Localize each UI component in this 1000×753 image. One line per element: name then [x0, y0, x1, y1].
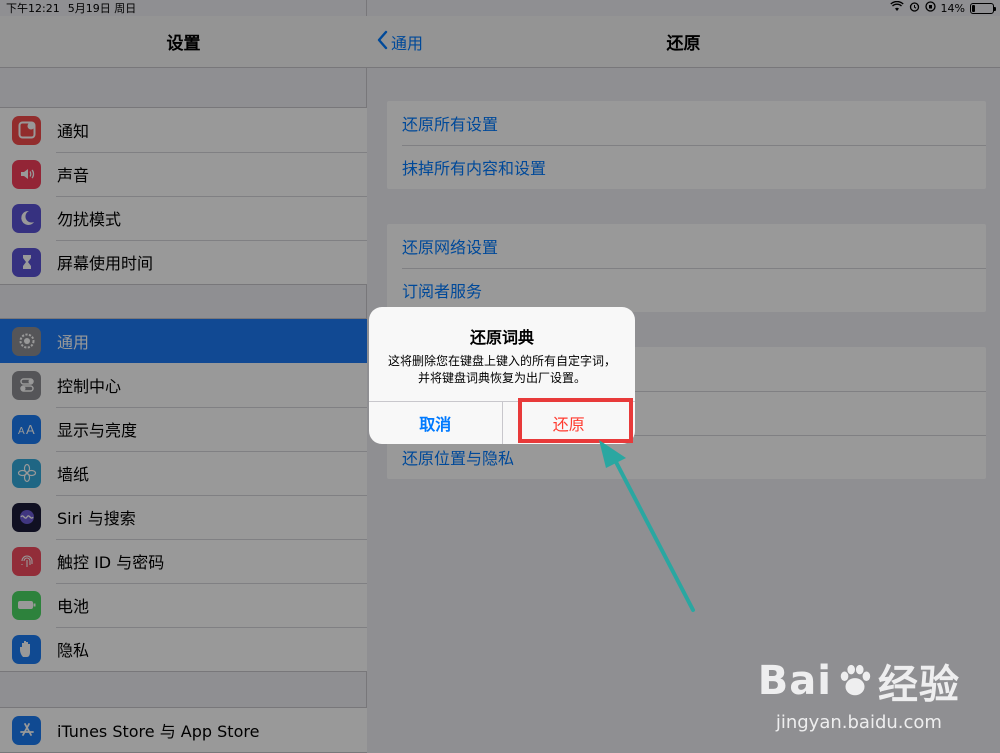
alert-title: 还原词典 [469, 328, 534, 347]
watermark-logo-left: Bai [757, 658, 832, 704]
highlight-box [518, 398, 633, 443]
watermark-logo: Bai 经验 [758, 652, 960, 710]
paw-icon [840, 664, 871, 696]
baidu-jingyan-watermark: Bai 经验 jingyan.baidu.com [758, 652, 960, 733]
cancel-button[interactable]: 取消 [369, 402, 503, 444]
watermark-logo-right: 经验 [878, 662, 960, 708]
watermark-url: jingyan.baidu.com [775, 712, 942, 733]
alert-message: 这将删除您在键盘上键入的所有自定字词，并将键盘词典恢复为出厂设置。 [387, 354, 616, 385]
